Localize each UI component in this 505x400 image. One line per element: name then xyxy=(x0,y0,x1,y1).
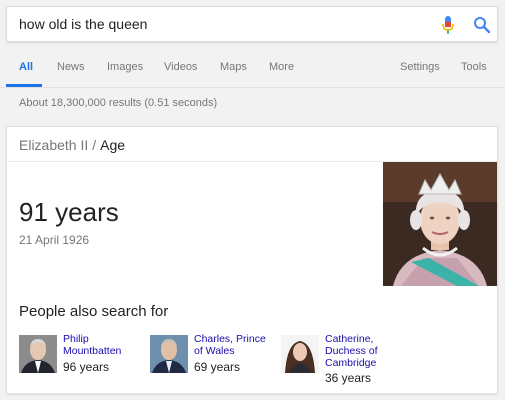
catherine-thumbnail[interactable] xyxy=(281,335,319,373)
search-tabs: All News Images Videos Maps More Setting… xyxy=(0,50,505,88)
search-results-page: All News Images Videos Maps More Setting… xyxy=(0,0,505,400)
breadcrumb: Elizabeth II / Age xyxy=(19,137,125,153)
tab-more[interactable]: More xyxy=(269,61,294,73)
tab-tools[interactable]: Tools xyxy=(461,61,487,73)
breadcrumb-attribute: Age xyxy=(100,137,126,153)
people-also-search-title: People also search for xyxy=(19,303,169,320)
charles-thumbnail[interactable] xyxy=(150,335,188,373)
search-input[interactable] xyxy=(19,16,419,32)
search-box[interactable] xyxy=(6,6,498,42)
birth-date: 21 April 1926 xyxy=(19,233,90,247)
tab-maps[interactable]: Maps xyxy=(220,61,247,73)
knowledge-card: Elizabeth II / Age 91 years 21 April 1926 xyxy=(6,126,498,394)
tab-videos[interactable]: Videos xyxy=(164,61,197,73)
related-person-age: 69 years xyxy=(194,360,241,374)
related-person-charles[interactable]: Charles, Prince of Wales 69 years xyxy=(150,333,280,389)
philip-thumbnail[interactable] xyxy=(19,335,57,373)
age-answer: 91 years xyxy=(19,197,119,227)
portrait-image[interactable] xyxy=(383,162,497,286)
mic-icon[interactable] xyxy=(441,15,455,35)
related-person-name[interactable]: Charles, Prince of Wales xyxy=(194,333,274,357)
breadcrumb-entity[interactable]: Elizabeth II xyxy=(19,137,88,153)
related-person-age: 36 years xyxy=(325,371,372,385)
tab-images[interactable]: Images xyxy=(107,61,143,73)
related-person-philip[interactable]: Philip Mountbatten 96 years xyxy=(19,333,139,389)
tab-settings[interactable]: Settings xyxy=(400,61,440,73)
related-person-name[interactable]: Catherine, Duchess of Cambridge xyxy=(325,333,405,369)
tab-all[interactable]: All xyxy=(19,61,33,73)
search-icon[interactable] xyxy=(473,16,491,34)
tabs-divider xyxy=(0,87,505,88)
breadcrumb-separator: / xyxy=(92,137,97,153)
related-person-age: 96 years xyxy=(63,360,110,374)
tab-news[interactable]: News xyxy=(57,61,85,73)
related-person-name[interactable]: Philip Mountbatten xyxy=(63,333,143,357)
related-person-catherine[interactable]: Catherine, Duchess of Cambridge 36 years xyxy=(281,333,411,389)
result-stats: About 18,300,000 results (0.51 seconds) xyxy=(19,97,218,109)
